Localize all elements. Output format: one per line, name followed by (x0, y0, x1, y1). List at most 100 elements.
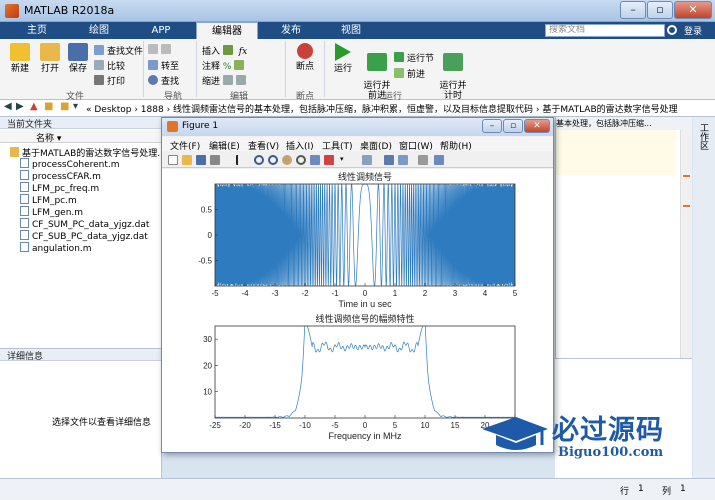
find-files-button[interactable]: 查找文件 (94, 44, 143, 57)
tab-editor[interactable]: 编辑器 (196, 22, 258, 39)
indent-button[interactable]: 缩进 (202, 74, 249, 87)
x-tick-label: -2 (301, 289, 309, 298)
figure-minimize-button[interactable]: – (482, 119, 502, 133)
x-tick-label: -15 (269, 421, 281, 430)
col-label: 列 (662, 487, 672, 497)
compare-button[interactable]: 比较 (94, 59, 125, 72)
axes-box (214, 325, 516, 419)
open-file-icon[interactable] (182, 155, 192, 165)
link-plot-icon[interactable] (362, 155, 372, 165)
window-titlebar: MATLAB R2018a – ▫ ✕ (0, 0, 715, 22)
file-name: processCFAR.m (32, 172, 101, 182)
menu-edit[interactable]: 编辑(E) (209, 139, 240, 152)
zoom-in-icon[interactable] (254, 155, 264, 165)
browse-folder-icon[interactable]: ■ (44, 101, 53, 112)
current-path[interactable]: « Desktop › 1888 › 线性调频雷达信号的基本处理，包括脉冲压缩，… (86, 102, 686, 115)
rotate-icon[interactable] (296, 155, 306, 165)
brush-icon[interactable] (324, 155, 334, 165)
figure-maximize-button[interactable]: ▫ (503, 119, 523, 133)
file-list-item[interactable]: CF_SUB_PC_data_yjgz.dat (20, 230, 148, 242)
run-icon (335, 43, 351, 61)
open-button[interactable]: 打开 (36, 43, 64, 74)
file-list-item[interactable]: angulation.m (20, 242, 92, 254)
file-icon (20, 170, 29, 180)
tab-view[interactable]: 视图 (322, 22, 380, 39)
ribbon-tabstrip: 主页 绘图 APP 编辑器 发布 视图 搜索文档 登录 (0, 22, 715, 39)
comment-icon (234, 60, 245, 70)
save-button[interactable]: 保存 (64, 43, 92, 74)
up-folder-icon[interactable]: ▲ (30, 101, 38, 112)
column-header-name[interactable]: 名称 ▾ (0, 130, 162, 144)
back-icon[interactable]: ◀ (4, 101, 12, 112)
search-icon[interactable] (667, 25, 677, 35)
file-list-item[interactable]: CF_SUM_PC_data_yjgz.dat (20, 218, 149, 230)
menu-file[interactable]: 文件(F) (170, 139, 200, 152)
goto-button[interactable]: 转至 (148, 59, 179, 72)
new-button[interactable]: 新建 (6, 43, 34, 74)
status-bar: 行 1 列 1 (0, 478, 715, 500)
find-button[interactable]: 查找 (148, 74, 179, 87)
x-tick-label: 0 (363, 421, 368, 430)
file-list-item[interactable]: processCFAR.m (20, 170, 101, 182)
new-figure-icon[interactable] (168, 155, 178, 165)
tab-plots[interactable]: 绘图 (70, 22, 128, 39)
login-link[interactable]: 登录 (684, 24, 702, 37)
x-axis-label: Frequency in MHz (328, 431, 402, 441)
print-button[interactable]: 打印 (94, 74, 125, 87)
insert-label: 插入 (202, 47, 221, 57)
figure-close-button[interactable]: ✕ (524, 119, 550, 133)
run-button[interactable]: 运行 (328, 43, 358, 74)
advance-button[interactable]: 前进 (394, 67, 425, 80)
close-button[interactable]: ✕ (674, 1, 712, 19)
maximize-button[interactable]: ▫ (647, 1, 673, 19)
menu-insert[interactable]: 插入(I) (286, 139, 314, 152)
save-figure-icon[interactable] (196, 155, 206, 165)
fx-icon[interactable]: fx (239, 47, 247, 57)
menu-tools[interactable]: 工具(T) (322, 139, 353, 152)
file-list-item[interactable]: LFM_pc_freq.m (20, 182, 99, 194)
x-tick-label: -3 (271, 289, 279, 298)
data-cursor-icon[interactable] (310, 155, 320, 165)
find-files-label: 查找文件 (107, 47, 144, 57)
tab-home[interactable]: 主页 (8, 22, 66, 39)
tab-apps[interactable]: APP (132, 22, 190, 39)
figure-toolbar: ▾ (162, 152, 553, 168)
nav-arrows[interactable] (148, 44, 174, 56)
file-list-item[interactable]: LFM_pc.m (20, 194, 77, 206)
pointer-icon[interactable] (236, 155, 246, 165)
menu-window[interactable]: 窗口(W) (399, 139, 433, 152)
minimize-button[interactable]: – (620, 1, 646, 19)
watermark-url: Biguo100.com (558, 445, 664, 460)
editor-tab[interactable]: 基本处理，包括脉冲压缩... (556, 117, 692, 130)
menu-desktop[interactable]: 桌面(D) (360, 139, 392, 152)
insert-button[interactable]: 插入 fx (202, 44, 247, 57)
legend-icon[interactable] (398, 155, 408, 165)
path-dropdown-icon[interactable]: ▾ (73, 101, 78, 112)
comment-button[interactable]: 注释 % (202, 59, 247, 72)
pan-icon[interactable] (282, 155, 292, 165)
run-and-time-button[interactable]: 运行并 计时 (436, 43, 470, 101)
file-list-item[interactable]: LFM_gen.m (20, 206, 83, 218)
tab-publish[interactable]: 发布 (262, 22, 320, 39)
print-label: 打印 (107, 77, 126, 87)
run-section-button[interactable]: 运行节 (394, 51, 434, 64)
search-input[interactable]: 搜索文档 (545, 24, 665, 37)
zoom-out-icon[interactable] (268, 155, 278, 165)
colorbar-icon[interactable] (384, 155, 394, 165)
file-list-item[interactable]: processCoherent.m (20, 158, 120, 170)
breakpoints-button[interactable]: 断点 (291, 43, 319, 72)
menu-view[interactable]: 查看(V) (248, 139, 279, 152)
menu-help[interactable]: 帮助(H) (440, 139, 472, 152)
col-value: 1 (680, 484, 686, 494)
address-bar: ◀ ▶ ▲ ■ ■ ▾ « Desktop › 1888 › 线性调频雷达信号的… (0, 100, 715, 117)
show-tools-icon[interactable] (434, 155, 444, 165)
outdent-icon (235, 75, 246, 85)
hide-tools-icon[interactable] (418, 155, 428, 165)
watermark-text: 必过源码 (552, 415, 664, 446)
forward-icon[interactable]: ▶ (16, 101, 24, 112)
figure-window[interactable]: Figure 1 – ▫ ✕ 文件(F) 编辑(E) 查看(V) 插入(I) 工… (161, 117, 554, 453)
file-name: angulation.m (32, 244, 92, 254)
advance-icon (394, 68, 404, 78)
brush-dropdown-icon[interactable]: ▾ (340, 155, 350, 165)
print-figure-icon[interactable] (210, 155, 220, 165)
